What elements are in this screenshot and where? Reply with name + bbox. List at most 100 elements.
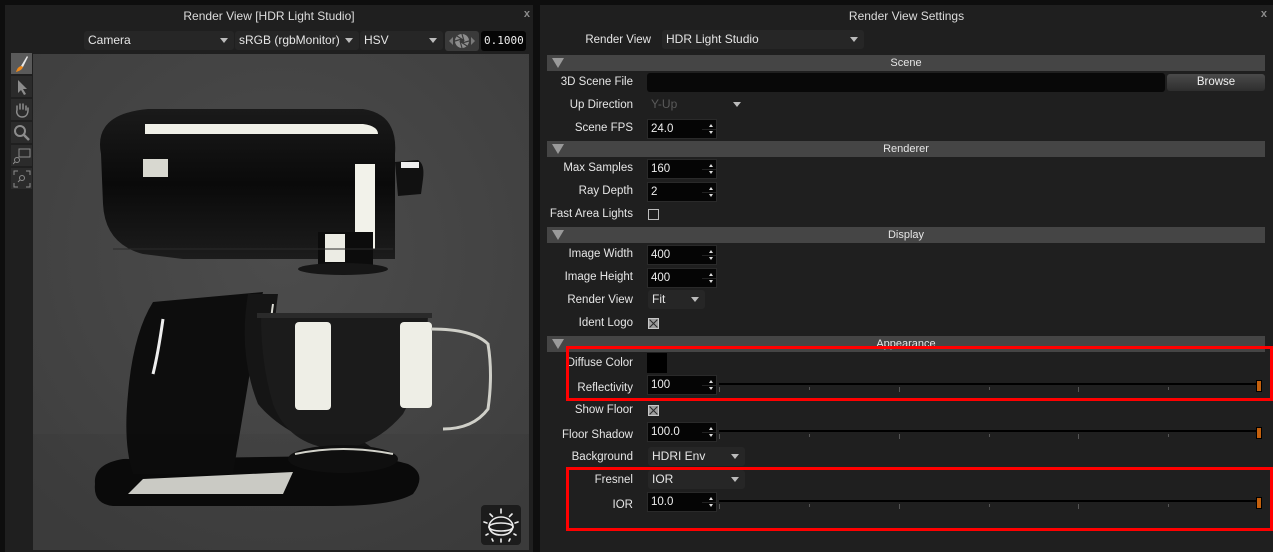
- floor-shadow-value: 100.0: [651, 426, 680, 438]
- up-direction-select-value: Y-Up: [651, 97, 678, 111]
- ray-depth-label: Ray Depth: [578, 185, 633, 197]
- zoom-fit-tool-button[interactable]: [11, 168, 32, 189]
- pan-tool-button[interactable]: [11, 99, 32, 120]
- image-height-value: 400: [651, 272, 671, 284]
- fresnel-select-value: IOR: [652, 472, 674, 486]
- hand-icon: [15, 102, 29, 118]
- paint-brush-icon: [15, 55, 28, 72]
- slider-tick: [1078, 434, 1079, 439]
- collapse-triangle-icon: [552, 339, 564, 349]
- section-header-renderer[interactable]: Renderer: [547, 141, 1265, 157]
- slider-track[interactable]: [719, 430, 1262, 432]
- image-height-spinbox[interactable]: 400: [647, 268, 717, 288]
- colorspace-select[interactable]: sRGB (rgbMonitor): [235, 31, 359, 50]
- image-width-spinbox[interactable]: 400: [647, 245, 717, 265]
- ident-logo-checkbox[interactable]: [648, 318, 659, 329]
- browse-button[interactable]: Browse: [1167, 74, 1265, 91]
- slider-handle[interactable]: [1256, 380, 1262, 392]
- floor-shadow-spinbox[interactable]: 100.0: [647, 422, 717, 442]
- exposure-input[interactable]: 0.1000: [481, 31, 526, 51]
- show-floor-checkbox[interactable]: [648, 405, 659, 416]
- spin-down-icon[interactable]: [709, 131, 713, 134]
- max-samples-label: Max Samples: [563, 162, 633, 174]
- slider-handle[interactable]: [1256, 427, 1262, 439]
- spin-up-icon[interactable]: [709, 427, 713, 430]
- diffuse-color-swatch[interactable]: [647, 353, 667, 373]
- close-render-view-button[interactable]: x: [524, 8, 530, 20]
- display-render-view-select[interactable]: Fit: [648, 290, 705, 309]
- zoom-tool-button[interactable]: [11, 122, 32, 143]
- background-select-value: HDRI Env: [652, 449, 706, 463]
- spin-down-icon[interactable]: [709, 257, 713, 260]
- up-direction-select[interactable]: Y-Up: [647, 95, 747, 114]
- color-mode-select[interactable]: HSV: [360, 31, 443, 50]
- display-render-view-label: Render View: [567, 294, 633, 306]
- section-title: Renderer: [883, 143, 929, 155]
- display-render-view-value: Fit: [652, 292, 666, 306]
- spin-up-icon[interactable]: [709, 164, 713, 167]
- light-preview-button[interactable]: [481, 505, 521, 545]
- cursor-arrow-icon: [17, 79, 27, 95]
- max-samples-value: 160: [651, 163, 671, 175]
- spin-down-icon[interactable]: [709, 280, 713, 283]
- up-direction-label: Up Direction: [569, 99, 633, 111]
- section-title: Scene: [890, 57, 922, 69]
- ray-depth-value: 2: [651, 186, 658, 198]
- section-header-scene[interactable]: Scene: [547, 55, 1265, 71]
- scene-file-input[interactable]: [647, 73, 1165, 92]
- close-settings-button[interactable]: x: [1261, 8, 1267, 20]
- select-tool-button[interactable]: [11, 76, 32, 97]
- scene-fps-spinbox[interactable]: 24.0: [647, 119, 717, 139]
- zoom-fit-icon: [13, 170, 30, 187]
- spin-up-icon[interactable]: [709, 273, 713, 276]
- render-view-select[interactable]: HDR Light Studio: [662, 30, 864, 49]
- chevron-down-icon: [429, 38, 437, 43]
- fresnel-select[interactable]: IOR: [648, 470, 745, 489]
- render-view-select-value: HDR Light Studio: [666, 32, 759, 46]
- slider-track[interactable]: [719, 383, 1262, 385]
- chevron-down-icon: [345, 38, 353, 43]
- spin-up-icon[interactable]: [709, 187, 713, 190]
- spin-up-icon[interactable]: [709, 250, 713, 253]
- zoom-region-tool-button[interactable]: [11, 145, 32, 166]
- slider-track[interactable]: [719, 500, 1262, 502]
- section-header-appearance[interactable]: Appearance: [547, 336, 1265, 352]
- floor-shadow-label: Floor Shadow: [562, 429, 633, 441]
- camera-select[interactable]: Camera: [84, 31, 234, 50]
- reflectivity-slider[interactable]: [719, 380, 1264, 394]
- slider-tick: [719, 387, 720, 392]
- exposure-button[interactable]: [445, 31, 479, 51]
- image-height-label: Image Height: [564, 271, 633, 283]
- render-viewport[interactable]: [33, 54, 529, 550]
- settings-title: Render View Settings: [848, 9, 965, 23]
- paint-brush-tool-button[interactable]: [11, 53, 32, 74]
- slider-tick: [1078, 387, 1079, 392]
- spin-up-icon[interactable]: [709, 497, 713, 500]
- spin-down-icon[interactable]: [709, 171, 713, 174]
- ior-spinbox[interactable]: 10.0: [647, 492, 717, 512]
- fast-area-lights-checkbox[interactable]: [648, 209, 659, 220]
- slider-tick: [989, 434, 990, 437]
- fresnel-label: Fresnel: [594, 474, 633, 486]
- max-samples-spinbox[interactable]: 160: [647, 159, 717, 179]
- slider-handle[interactable]: [1256, 497, 1262, 509]
- slider-tick: [1168, 387, 1169, 390]
- floor-shadow-slider[interactable]: [719, 427, 1264, 441]
- slider-tick: [809, 434, 810, 437]
- ray-depth-spinbox[interactable]: 2: [647, 182, 717, 202]
- spin-up-icon[interactable]: [709, 380, 713, 383]
- spin-down-icon[interactable]: [709, 434, 713, 437]
- colorspace-select-value: sRGB (rgbMonitor): [239, 33, 340, 47]
- ior-slider[interactable]: [719, 497, 1264, 511]
- section-header-display[interactable]: Display: [547, 227, 1265, 243]
- spin-down-icon[interactable]: [709, 504, 713, 507]
- collapse-triangle-icon: [552, 144, 564, 154]
- scene-file-label: 3D Scene File: [560, 76, 633, 88]
- color-mode-select-value: HSV: [364, 33, 389, 47]
- spin-down-icon[interactable]: [709, 387, 713, 390]
- reflectivity-spinbox[interactable]: 100: [647, 375, 717, 395]
- spin-down-icon[interactable]: [709, 194, 713, 197]
- chevron-down-icon: [731, 454, 739, 459]
- spin-up-icon[interactable]: [709, 124, 713, 127]
- background-select[interactable]: HDRI Env: [648, 447, 745, 466]
